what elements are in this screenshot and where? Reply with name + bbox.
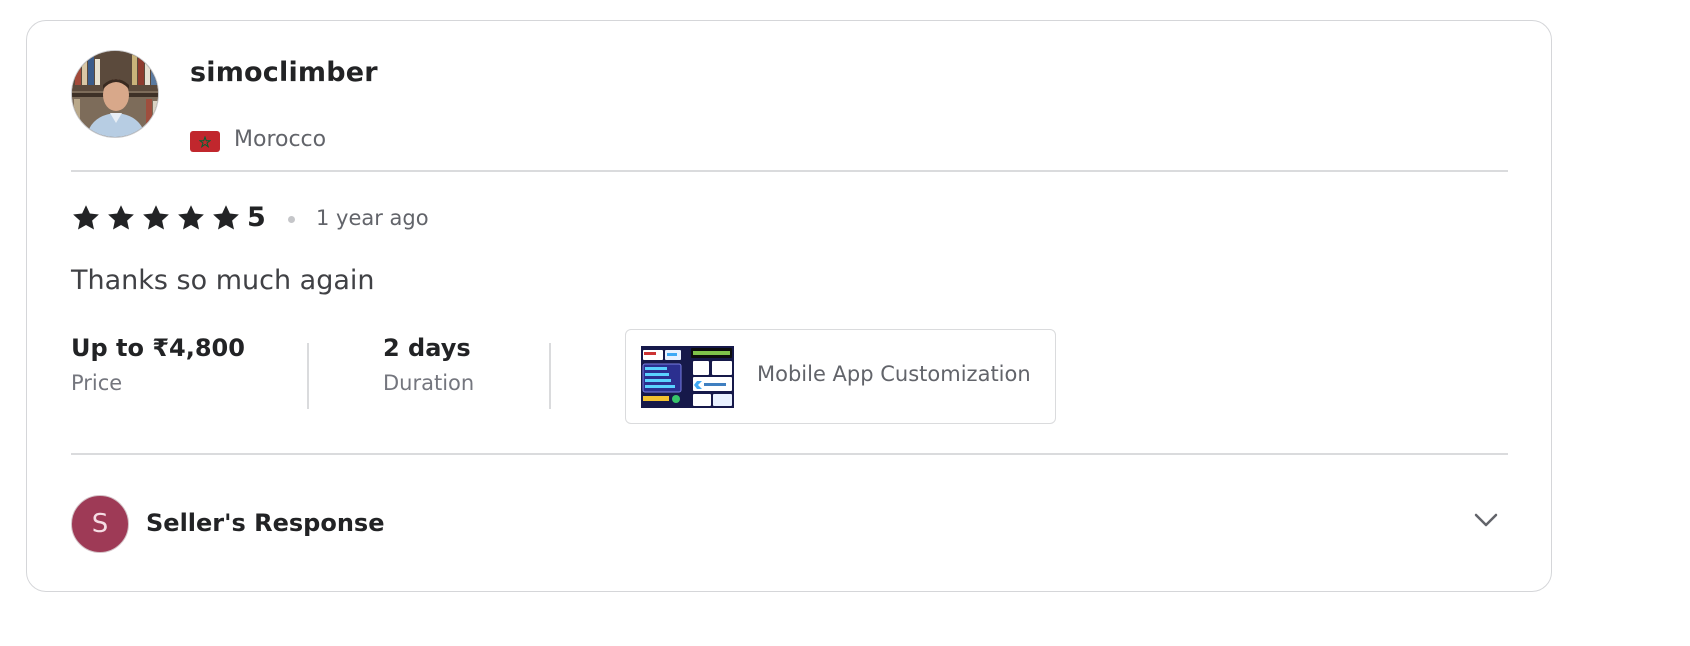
seller-response-toggle[interactable]: S Seller's Response bbox=[71, 493, 1508, 555]
gig-link-card[interactable]: Mobile App Customization bbox=[625, 329, 1056, 424]
morocco-flag-icon bbox=[190, 131, 220, 152]
star-icon bbox=[178, 205, 204, 230]
review-time: 1 year ago bbox=[316, 206, 429, 230]
reviewer-avatar[interactable] bbox=[71, 50, 159, 138]
reviewer-country: Morocco bbox=[234, 127, 327, 152]
reviewer-username[interactable]: simoclimber bbox=[190, 57, 378, 88]
review-text: Thanks so much again bbox=[71, 265, 375, 296]
star-icon bbox=[143, 205, 169, 230]
rating-value: 5 bbox=[247, 202, 266, 233]
meta-separator bbox=[549, 343, 551, 409]
duration-value: 2 days bbox=[383, 334, 471, 362]
rating-row: 5 1 year ago bbox=[71, 199, 671, 239]
response-divider bbox=[71, 453, 1508, 455]
seller-avatar: S bbox=[71, 495, 129, 553]
star-icon bbox=[213, 205, 239, 230]
review-card: simoclimber Morocco 5 1 year ago Thanks … bbox=[26, 20, 1552, 592]
star-icon bbox=[108, 205, 134, 230]
meta-separator bbox=[307, 343, 309, 409]
reviewer-header: simoclimber Morocco bbox=[71, 50, 771, 152]
star-rating bbox=[71, 203, 241, 233]
avatar-photo bbox=[72, 51, 158, 137]
order-meta: Up to ₹4,800 Price 2 days Duration Mobil… bbox=[71, 329, 1171, 439]
gig-title: Mobile App Customization bbox=[757, 362, 1031, 386]
duration-label: Duration bbox=[383, 371, 475, 395]
chevron-down-icon[interactable] bbox=[1472, 506, 1500, 534]
star-icon bbox=[73, 205, 99, 230]
header-divider bbox=[71, 170, 1508, 172]
gig-thumbnail bbox=[641, 346, 734, 408]
price-label: Price bbox=[71, 371, 123, 395]
price-value: Up to ₹4,800 bbox=[71, 334, 245, 362]
price-block: Up to ₹4,800 Price bbox=[71, 334, 245, 395]
seller-response-label: Seller's Response bbox=[146, 509, 385, 537]
separator-dot bbox=[288, 216, 295, 223]
duration-block: 2 days Duration bbox=[383, 334, 474, 395]
